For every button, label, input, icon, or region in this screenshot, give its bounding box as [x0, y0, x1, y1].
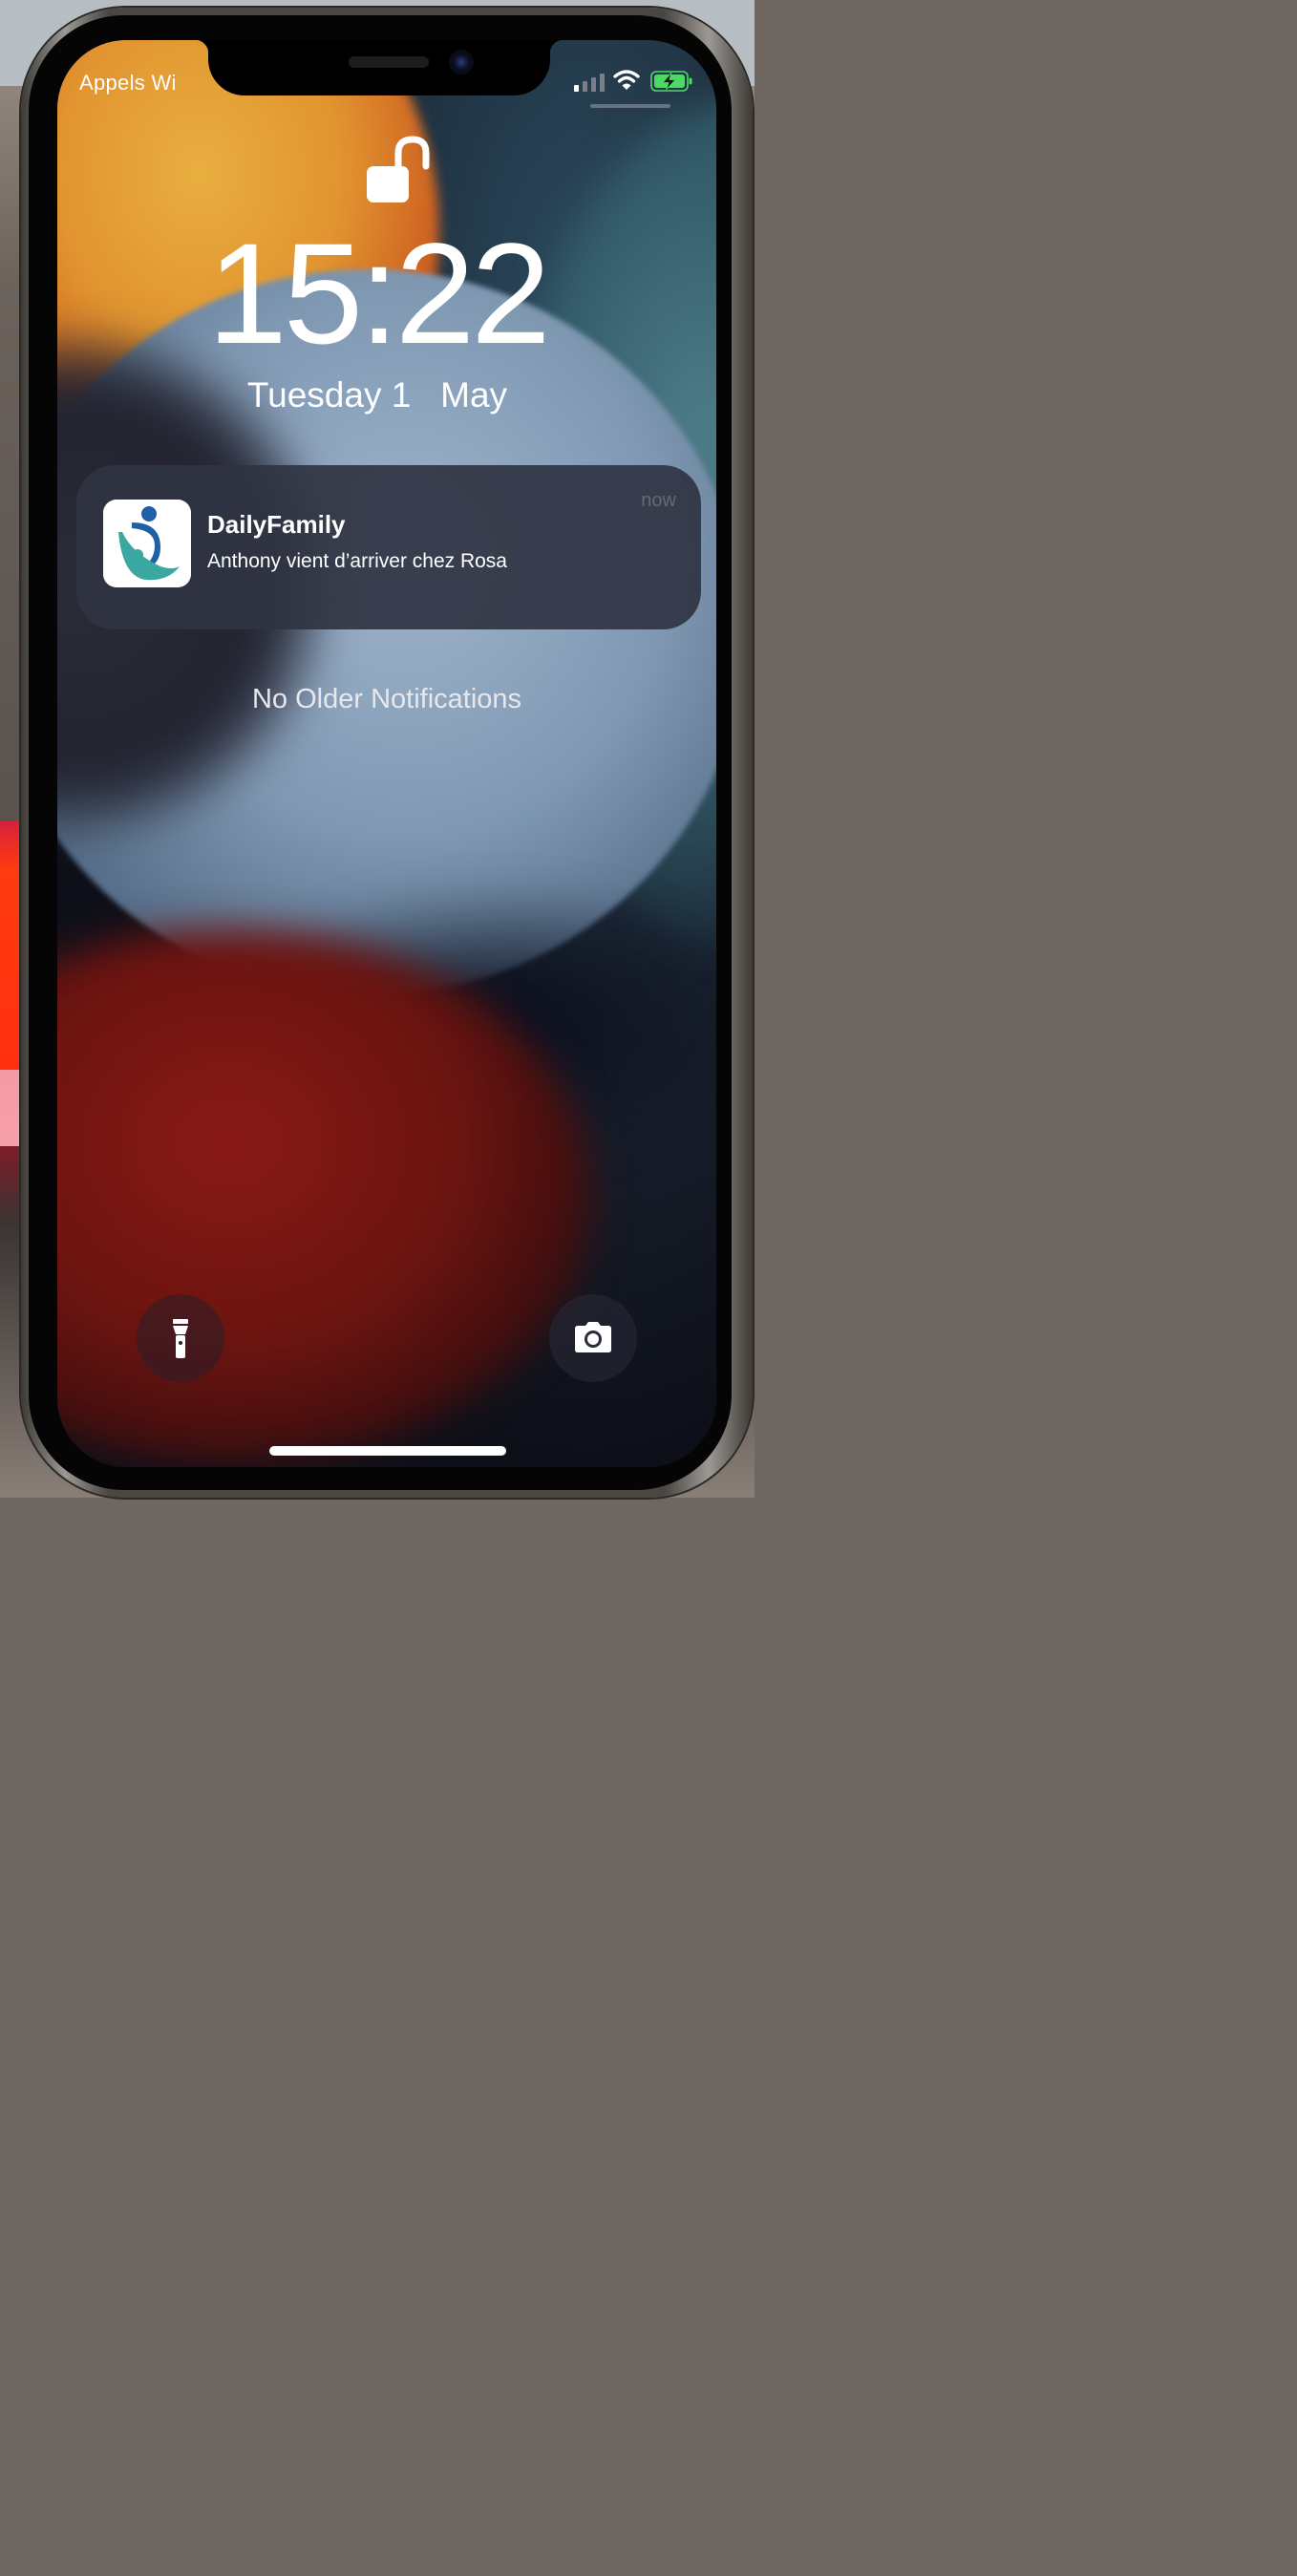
camera-notch [195, 40, 563, 96]
front-camera [449, 50, 474, 75]
camera-icon [575, 1322, 611, 1352]
clock-time: 15:22 [207, 213, 550, 373]
home-indicator[interactable] [269, 1446, 506, 1456]
dailyfamily-app-icon [103, 500, 191, 587]
battery-charging-icon [650, 71, 692, 92]
wifi-icon [613, 70, 640, 90]
carrier-label: Appels Wi [79, 71, 177, 95]
camera-button[interactable] [549, 1294, 637, 1382]
notification-app-name: DailyFamily [207, 510, 346, 539]
notification-card[interactable]: DailyFamily Anthony vient d’arriver chez… [76, 465, 701, 629]
flashlight-icon [173, 1319, 188, 1358]
signal-strength-icon [574, 73, 606, 92]
notification-timestamp: now [641, 490, 676, 511]
notification-message: Anthony vient d’arriver chez Rosa [207, 550, 507, 572]
no-older-notifications-label: No Older Notifications [251, 684, 522, 714]
clock-date: Tuesday 1 May [246, 375, 508, 415]
status-indicator-bar [590, 104, 670, 108]
earpiece-speaker [349, 56, 429, 68]
flashlight-button[interactable] [137, 1294, 224, 1382]
unlocked-padlock-icon [367, 136, 430, 202]
